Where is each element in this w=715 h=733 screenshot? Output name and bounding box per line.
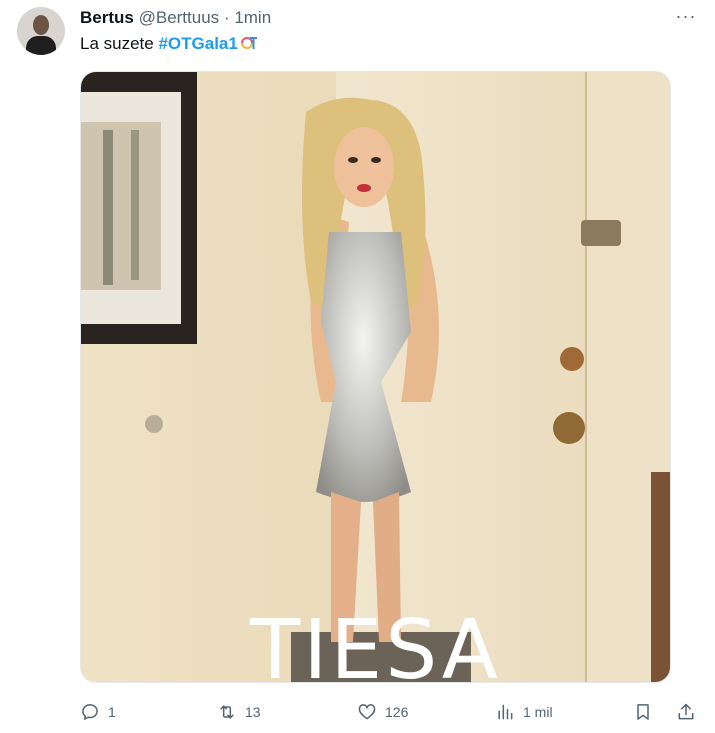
tweet-header: Bertus @Berttuus · 1min: [80, 8, 271, 28]
author-display-name[interactable]: Bertus: [80, 8, 134, 27]
avatar-head: [33, 15, 49, 35]
tweet-text: La suzete #OTGala1: [80, 33, 258, 55]
retweet-button[interactable]: 13: [217, 700, 261, 724]
views-button[interactable]: 1 mil: [495, 700, 553, 724]
photo-illustration: [81, 72, 670, 682]
tweet-actions-bar: 1 13 126 1 mil: [80, 700, 700, 724]
hashtag-link[interactable]: #OTGala1: [158, 34, 237, 53]
tweet-timestamp[interactable]: 1min: [234, 8, 271, 27]
tweet-text-body: La suzete: [80, 34, 159, 53]
like-count: 126: [385, 704, 409, 720]
share-icon: [678, 703, 694, 720]
share-button[interactable]: [676, 700, 696, 724]
ot-hashflag-icon: [240, 37, 257, 49]
retweet-count: 13: [245, 704, 261, 720]
retweet-icon: [220, 705, 234, 719]
like-button[interactable]: 126: [357, 700, 408, 724]
header-separator: ·: [223, 8, 230, 27]
bookmark-button[interactable]: [633, 700, 653, 724]
views-count: 1 mil: [523, 704, 553, 720]
author-avatar[interactable]: [17, 7, 65, 55]
more-horizontal-icon: ···: [675, 6, 697, 26]
media-caption-text: TIESA: [250, 603, 501, 683]
more-options-button[interactable]: ···: [672, 6, 700, 30]
author-handle[interactable]: @Berttuus: [139, 8, 220, 27]
reply-button[interactable]: 1: [80, 700, 116, 724]
avatar-body: [26, 36, 56, 55]
heart-icon: [358, 704, 376, 720]
bookmark-icon: [637, 704, 649, 720]
reply-icon: [82, 704, 98, 720]
tweet-media-photo[interactable]: TIESA: [80, 71, 671, 683]
views-chart-icon: [498, 704, 513, 720]
reply-count: 1: [108, 704, 116, 720]
